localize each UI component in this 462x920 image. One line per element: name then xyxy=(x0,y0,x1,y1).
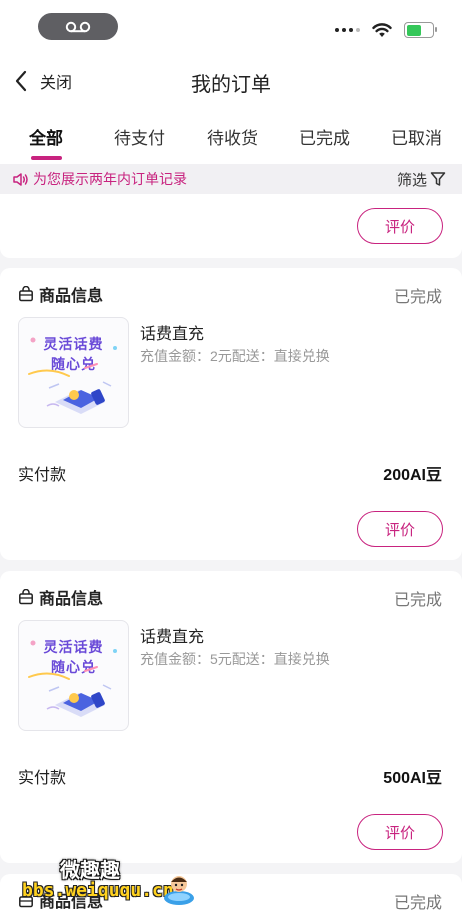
speaker-icon xyxy=(13,172,28,186)
tab-completed[interactable]: 已完成 xyxy=(299,124,350,149)
rate-button[interactable]: 评价 xyxy=(357,208,443,244)
tab-pending-receipt[interactable]: 待收货 xyxy=(207,124,258,149)
order-status: 已完成 xyxy=(393,592,442,609)
paid-amount: 200AI豆 xyxy=(383,467,442,484)
signal-icon xyxy=(335,28,360,32)
product-thumbnail[interactable]: 灵活话费 随心兑 xyxy=(18,620,129,731)
tab-pending-payment[interactable]: 待支付 xyxy=(114,124,165,149)
mascot-icon xyxy=(164,876,194,905)
status-bar xyxy=(0,0,462,52)
bag-icon xyxy=(19,589,33,605)
watermark-line-1: 微趣趣 xyxy=(60,860,120,882)
product-name: 话费直充 xyxy=(140,629,205,646)
active-tab-indicator xyxy=(31,156,62,160)
card-section-title: 商品信息 xyxy=(18,282,103,306)
paid-label: 实付款 xyxy=(18,467,67,484)
tab-all[interactable]: 全部 xyxy=(29,124,63,149)
thumbnail-line-2: 随心兑 xyxy=(51,356,96,372)
order-card: 商品信息 已完成 灵活话费 随心兑 话费直充 充值金额：2元配送：直接兑换 实付… xyxy=(0,268,462,560)
rate-button[interactable]: 评价 xyxy=(357,814,443,850)
filter-button[interactable]: 筛选 xyxy=(397,169,446,190)
product-thumbnail[interactable]: 灵活话费 随心兑 xyxy=(18,317,129,428)
thumbnail-line-1: 灵活话费 xyxy=(43,336,104,352)
bag-icon xyxy=(19,286,33,302)
order-status: 已完成 xyxy=(393,895,442,912)
filter-icon xyxy=(430,172,446,186)
status-icons xyxy=(335,20,437,40)
tab-cancelled[interactable]: 已取消 xyxy=(391,124,442,149)
notice-text: 为您展示两年内订单记录 xyxy=(33,171,187,187)
wifi-icon xyxy=(372,22,392,37)
paid-label: 实付款 xyxy=(18,770,67,787)
page-title: 我的订单 xyxy=(191,74,271,96)
voicemail-indicator xyxy=(38,13,118,40)
watermark: 微趣趣 bbs.weiququ.cn xyxy=(22,852,202,912)
thumbnail-line-2: 随心兑 xyxy=(51,659,96,675)
watermark-line-2: bbs.weiququ.cn xyxy=(22,880,174,901)
notice: 为您展示两年内订单记录 xyxy=(12,169,187,189)
order-status: 已完成 xyxy=(393,289,442,306)
order-tabs: 全部 待支付 待收货 已完成 已取消 xyxy=(0,108,462,164)
order-card: 商品信息 已完成 灵活话费 随心兑 话费直充 充值金额：5元配送：直接兑换 实付… xyxy=(0,571,462,863)
filter-label: 筛选 xyxy=(396,171,427,189)
paid-amount: 500AI豆 xyxy=(383,770,442,787)
voicemail-icon xyxy=(65,21,91,32)
product-description: 充值金额：5元配送：直接兑换 xyxy=(140,651,330,667)
order-card-partial-top: 评价 xyxy=(0,194,462,258)
card-section-title: 商品信息 xyxy=(18,585,103,609)
battery-icon xyxy=(404,22,437,38)
product-description: 充值金额：2元配送：直接兑换 xyxy=(140,348,330,364)
product-name: 话费直充 xyxy=(140,326,205,343)
rate-button[interactable]: 评价 xyxy=(357,511,443,547)
thumbnail-line-1: 灵活话费 xyxy=(43,639,104,655)
nav-bar: 关闭 我的订单 xyxy=(0,52,462,108)
notice-bar: 为您展示两年内订单记录 筛选 xyxy=(0,164,462,194)
